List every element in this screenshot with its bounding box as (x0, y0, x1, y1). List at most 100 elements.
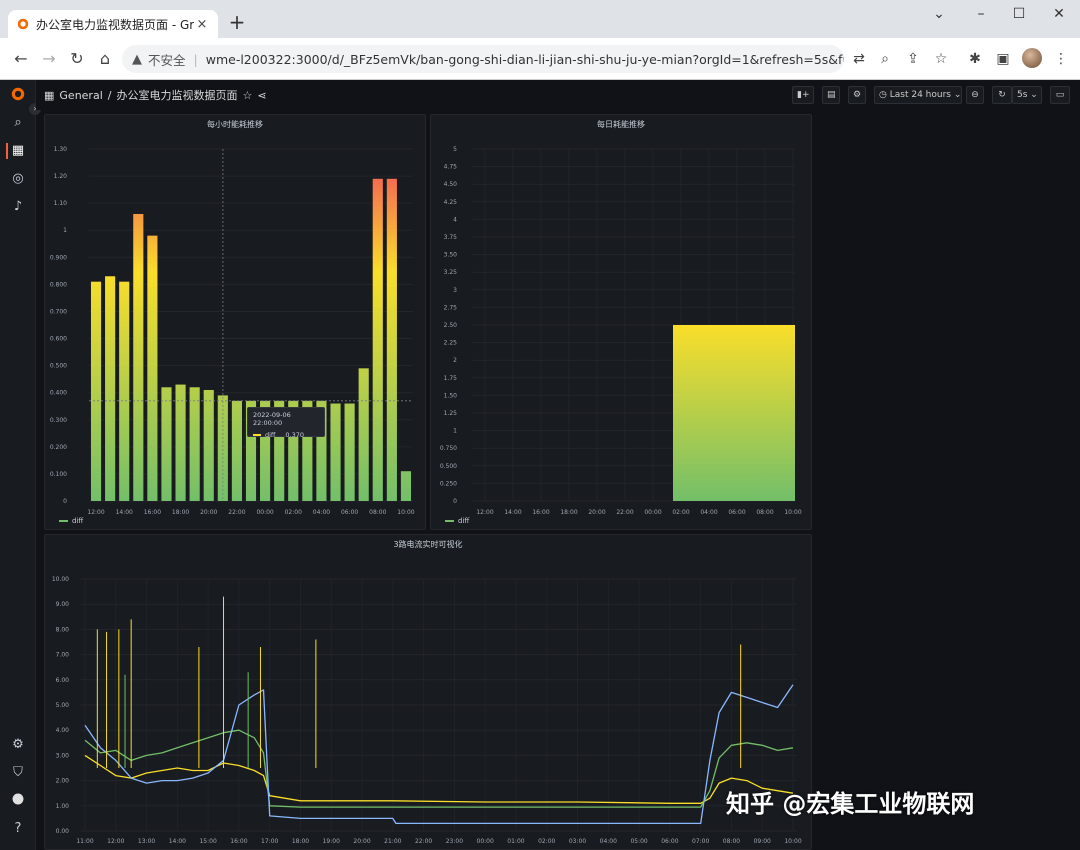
dashboard-settings-icon[interactable]: ⚙ (848, 86, 866, 104)
time-range-label: Last 24 hours (889, 90, 951, 100)
search-icon[interactable]: ⌕ (9, 114, 27, 132)
chevron-down-icon: ⌄ (953, 90, 962, 100)
server-admin-shield-icon[interactable]: ⛉ (9, 764, 27, 782)
extensions-icon[interactable]: ✱ (966, 50, 984, 68)
tab-search-icon[interactable]: ⌄ (924, 6, 954, 28)
x-tick-label: 16:00 (532, 509, 549, 516)
bar (673, 325, 795, 501)
y-tick-label: 4.00 (56, 727, 70, 734)
dashboard-navbar: ▦ General / 办公室电力监视数据页面 ☆ ⋖ ▮+ ▤ ⚙ ◷ Las… (36, 80, 1080, 110)
current-realtime-panel[interactable]: 3路电流实时可视化 0.00 1.00 2.00 3.00 4.00 5.00 6.00 7.… (44, 534, 812, 850)
dashboards-icon[interactable]: ▦ (9, 142, 27, 160)
share-dashboard-icon[interactable]: ⋖ (257, 89, 266, 102)
y-tick-label: 9.00 (56, 601, 70, 608)
reload-icon[interactable]: ↻ (66, 48, 88, 70)
dashboard-title[interactable]: 办公室电力监视数据页面 (116, 87, 237, 103)
x-tick-label: 21:00 (384, 838, 401, 845)
y-tick-label: 1 (63, 227, 67, 234)
y-tick-label: 3 (453, 287, 457, 294)
breadcrumb-separator: / (107, 88, 112, 102)
explore-compass-icon[interactable]: ◎ (9, 170, 27, 188)
y-tick-label: 2.50 (444, 322, 458, 329)
bookmark-star-icon[interactable]: ☆ (932, 50, 950, 68)
x-tick-label: 13:00 (138, 838, 155, 845)
y-tick-label: 0.100 (50, 471, 67, 478)
browser-tab[interactable]: 办公室电力监视数据页面 - Grafana × (8, 10, 218, 38)
bar (344, 403, 355, 501)
bar (372, 178, 383, 501)
favorite-star-icon[interactable]: ☆ (242, 89, 252, 102)
x-tick-label: 10:00 (784, 509, 801, 516)
minimize-icon[interactable]: – (966, 6, 996, 28)
x-tick-label: 00:00 (256, 509, 273, 516)
bar (203, 389, 214, 501)
x-tick-label: 02:00 (672, 509, 689, 516)
x-tick-label: 16:00 (144, 509, 161, 516)
watermark-text: 知乎 @宏集工业物联网 (726, 790, 975, 818)
x-tick-label: 22:00 (415, 838, 432, 845)
legend[interactable]: diff (445, 517, 469, 525)
zoom-out-icon[interactable]: ⊖ (966, 86, 984, 104)
legend-label: diff (458, 517, 470, 525)
user-avatar-icon[interactable] (9, 792, 27, 810)
x-tick-label: 11:00 (76, 838, 93, 845)
warning-icon: ▲ (132, 51, 142, 67)
series-line (84, 754, 794, 804)
translate-icon[interactable]: ⇄ (850, 50, 868, 68)
y-tick-label: 0.300 (50, 417, 67, 424)
y-tick-label: 0 (63, 498, 67, 505)
grafana-logo-icon[interactable] (9, 86, 27, 104)
folder-link[interactable]: General (59, 89, 102, 102)
zoom-icon[interactable]: ⌕ (876, 50, 894, 68)
y-tick-label: 2 (453, 357, 457, 364)
back-icon[interactable]: ← (10, 48, 32, 70)
bar (175, 384, 186, 501)
x-tick-label: 22:00 (228, 509, 245, 516)
tab-close-icon[interactable]: × (194, 17, 210, 32)
profile-avatar[interactable] (1022, 48, 1042, 68)
x-tick-label: 23:00 (446, 838, 463, 845)
y-tick-label: 0.900 (50, 254, 67, 261)
forward-icon[interactable]: → (38, 48, 60, 70)
y-tick-label: 2.25 (444, 340, 458, 347)
y-tick-label: 0.500 (440, 463, 457, 470)
y-tick-label: 1.75 (444, 375, 458, 382)
configuration-gear-icon[interactable]: ⚙ (9, 736, 27, 754)
legend[interactable]: diff (59, 517, 83, 525)
maximize-icon[interactable]: ☐ (1004, 6, 1034, 28)
y-tick-label: 6.00 (56, 677, 70, 684)
current-realtime-chart[interactable]: 0.00 1.00 2.00 3.00 4.00 5.00 6.00 7.00 8.00 9.00… (45, 535, 813, 850)
dashboard-grid-icon: ▦ (44, 88, 55, 102)
close-window-icon[interactable]: ✕ (1044, 6, 1074, 28)
tv-mode-icon[interactable]: ▭ (1050, 86, 1070, 104)
legend-swatch (59, 520, 68, 522)
time-range-picker[interactable]: ◷ Last 24 hours ⌄ (874, 86, 962, 104)
sidepanel-icon[interactable]: ▣ (994, 50, 1012, 68)
address-bar[interactable]: ▲ 不安全 | wme-l200322:3000/d/_BFz5emVk/ban… (122, 45, 844, 73)
hourly-energy-panel[interactable]: 每小时能耗推移 0 0.100 0.200 0.300 0.400 0.500 0.600 0… (44, 114, 426, 530)
x-tick-label: 20:00 (200, 509, 217, 516)
x-tick-label: 18:00 (292, 838, 309, 845)
refresh-icon[interactable]: ↻ (992, 86, 1012, 104)
x-tick-label: 17:00 (261, 838, 278, 845)
y-tick-label: 4 (453, 216, 457, 223)
share-icon[interactable]: ⇪ (904, 50, 922, 68)
x-tick-label: 19:00 (323, 838, 340, 845)
x-tick-label: 09:00 (754, 838, 771, 845)
alerting-bell-icon[interactable]: ♪ (9, 198, 27, 216)
daily-energy-panel[interactable]: 每日耗能推移 0 0.250 0.500 0.750 1 1.25 1.50 1.75 2 2.2… (430, 114, 812, 530)
save-dashboard-icon[interactable]: ▤ (822, 86, 840, 104)
home-icon[interactable]: ⌂ (94, 48, 116, 70)
y-tick-label: 2.00 (56, 778, 70, 785)
hourly-energy-chart[interactable]: 0 0.100 0.200 0.300 0.400 0.500 0.600 0.700 0.80… (45, 115, 427, 531)
menu-kebab-icon[interactable]: ⋮ (1052, 50, 1070, 68)
y-tick-label: 1.10 (54, 200, 68, 207)
x-tick-label: 12:00 (87, 509, 104, 516)
refresh-interval-picker[interactable]: 5s ⌄ (1012, 86, 1042, 104)
x-tick-label: 01:00 (507, 838, 524, 845)
x-tick-label: 04:00 (313, 509, 330, 516)
new-tab-button[interactable]: + (226, 12, 248, 34)
daily-energy-chart[interactable]: 0 0.250 0.500 0.750 1 1.25 1.50 1.75 2 2.25 2.50 2.… (431, 115, 813, 531)
add-panel-icon[interactable]: ▮+ (792, 86, 814, 104)
help-icon[interactable]: ? (9, 820, 27, 838)
